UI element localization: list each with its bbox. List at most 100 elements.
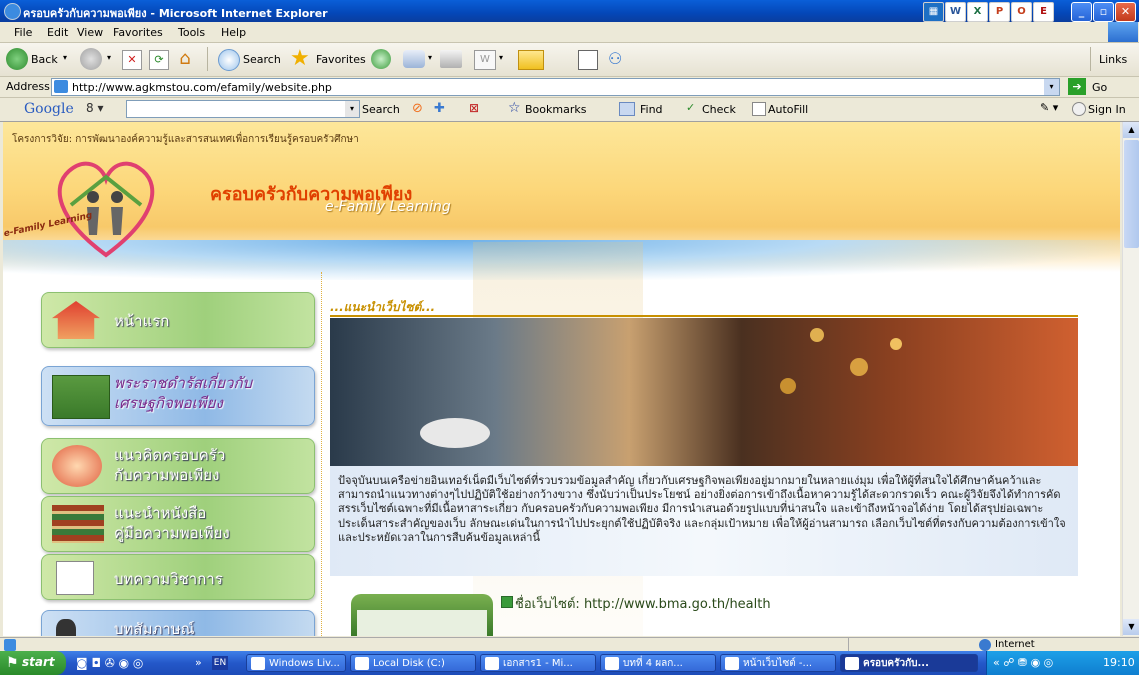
messenger-icon[interactable]: ⚇ <box>608 49 630 69</box>
nav-book-recommend-label: แนะนำหนังสือ คู่มือความพอเพียง <box>114 504 230 542</box>
vertical-scrollbar[interactable]: ▲ ▼ <box>1122 122 1139 636</box>
menu-file[interactable]: File <box>14 26 32 39</box>
home-icon[interactable]: ⌂ <box>174 49 196 69</box>
print-icon[interactable] <box>440 50 462 68</box>
task-label: ครอบครัวกับ... <box>863 658 929 669</box>
menu-view[interactable]: View <box>77 26 103 39</box>
google-menu-icon[interactable]: 8 ▾ <box>86 101 103 115</box>
word-task-icon <box>725 657 739 670</box>
menu-bar: File Edit View Favorites Tools Help <box>0 22 1139 43</box>
back-dropdown-icon[interactable]: ▾ <box>63 53 67 62</box>
research-icon[interactable] <box>578 50 598 70</box>
task-label: Local Disk (C:) <box>373 658 445 669</box>
nav-home[interactable]: หน้าแรก <box>41 292 315 348</box>
find-icon[interactable] <box>619 102 635 116</box>
go-button[interactable]: Go <box>1092 81 1107 94</box>
find-button[interactable]: Find <box>640 103 663 116</box>
plus-icon[interactable]: ✚ <box>434 101 445 116</box>
signin-icon[interactable] <box>1072 102 1086 116</box>
forward-dropdown-icon[interactable]: ▾ <box>107 53 111 62</box>
scroll-thumb[interactable] <box>1124 140 1139 248</box>
close-button[interactable]: ✕ <box>1115 2 1136 22</box>
scroll-up-icon[interactable]: ▲ <box>1123 122 1139 138</box>
scroll-down-icon[interactable]: ▼ <box>1123 619 1139 635</box>
word-task-icon <box>485 657 499 670</box>
minimize-button[interactable]: _ <box>1071 2 1092 22</box>
task-label: บทที่ 4 ผลก... <box>623 658 683 669</box>
quicklaunch-icons[interactable]: ◙ ◘ ✇ ◉ ◎ <box>76 656 143 670</box>
nav-interviews[interactable]: บทสัมภาษณ์ <box>41 610 315 636</box>
links-bar[interactable]: Links <box>1090 47 1137 71</box>
powerpoint-icon[interactable]: P <box>989 2 1010 22</box>
nav-articles[interactable]: บทความวิชาการ <box>41 554 315 600</box>
task-ie-active[interactable]: ครอบครัวกับ... <box>840 654 978 672</box>
edit-dropdown-icon[interactable]: ▾ <box>499 53 503 62</box>
nav-book-recommend[interactable]: แนะนำหนังสือ คู่มือความพอเพียง <box>41 496 315 552</box>
address-dropdown-icon[interactable]: ▾ <box>1044 79 1059 95</box>
refresh-icon[interactable]: ⟳ <box>149 50 169 70</box>
excel-icon[interactable]: X <box>967 2 988 22</box>
signin-button[interactable]: Sign In <box>1088 103 1126 116</box>
menu-help[interactable]: Help <box>221 26 246 39</box>
check-button[interactable]: Check <box>702 103 736 116</box>
google-toolbar: Google 8 ▾ ▾ Search ⊘ ✚ ⊠ ☆ Bookmarks Fi… <box>0 98 1139 122</box>
pagerank-icon[interactable]: ⊘ <box>412 101 423 116</box>
mail-dropdown-icon[interactable]: ▾ <box>428 53 432 62</box>
menu-edit[interactable]: Edit <box>47 26 68 39</box>
nav-articles-label: บทความวิชาการ <box>114 570 223 588</box>
window-title-bar[interactable]: ครอบครัวกับความพอเพียง - Microsoft Inter… <box>0 0 1139 22</box>
google-logo[interactable]: Google <box>24 101 74 117</box>
quicklaunch-more-icon[interactable]: » <box>195 656 202 669</box>
site-logo[interactable] <box>47 147 165 265</box>
tray-icons[interactable]: « ☍ ⛃ ◉ ◎ <box>993 656 1053 669</box>
favorites-button[interactable]: Favorites <box>316 53 366 66</box>
app-tray-icon[interactable]: ▦ <box>923 2 944 22</box>
google-search-input[interactable]: ▾ <box>126 100 360 118</box>
status-page-icon <box>4 639 16 651</box>
website-thumbnail[interactable] <box>351 594 493 636</box>
google-search-button[interactable]: Search <box>362 103 400 116</box>
address-bar: Address http://www.agkmstou.com/efamily/… <box>0 77 1139 98</box>
home-house-icon <box>52 301 100 339</box>
menu-tools[interactable]: Tools <box>178 26 205 39</box>
edit-word-icon[interactable]: W <box>474 50 496 70</box>
address-input[interactable]: http://www.agkmstou.com/efamily/website.… <box>51 78 1060 96</box>
site-subtitle: e-Family Learning <box>325 199 451 215</box>
menu-favorites[interactable]: Favorites <box>113 26 163 39</box>
stop-icon[interactable]: ✕ <box>122 50 142 70</box>
media-icon[interactable] <box>371 49 391 69</box>
wrench-icon[interactable]: ✎ ▾ <box>1040 101 1058 114</box>
task-document1[interactable]: เอกสาร1 - Mi... <box>480 654 596 672</box>
back-button[interactable]: Back <box>31 53 58 66</box>
folder-icon[interactable] <box>518 50 544 70</box>
go-arrow-icon[interactable]: ➔ <box>1068 78 1086 95</box>
task-chapter4[interactable]: บทที่ 4 ผลก... <box>600 654 716 672</box>
forward-arrow-icon[interactable] <box>80 48 102 70</box>
search-button[interactable]: Search <box>243 53 281 66</box>
google-search-dropdown-icon[interactable]: ▾ <box>345 101 359 117</box>
outlook-icon[interactable]: E <box>1033 2 1054 22</box>
task-windows-live[interactable]: Windows Liv... <box>246 654 346 672</box>
autofill-button[interactable]: AutoFill <box>768 103 808 116</box>
autofill-icon[interactable] <box>752 102 766 116</box>
office-icon[interactable]: O <box>1011 2 1032 22</box>
nav-royal-speech[interactable]: พระราชดำรัสเกี่ยวกับ เศรษฐกิจพอเพียง <box>41 366 315 426</box>
favorites-star-icon[interactable]: ★ <box>290 46 310 71</box>
status-bar: Internet <box>0 637 1139 652</box>
word-icon[interactable]: W <box>945 2 966 22</box>
nav-family-concept[interactable]: แนวคิดครอบครัว กับความพอเพียง <box>41 438 315 494</box>
popup-blocker-icon[interactable]: ⊠ <box>469 101 479 115</box>
mail-icon[interactable] <box>403 50 425 68</box>
heading-underline <box>330 315 1078 317</box>
maximize-button[interactable]: ▫ <box>1093 2 1114 22</box>
bookmarks-button[interactable]: Bookmarks <box>525 103 586 116</box>
bookmark-star-icon[interactable]: ☆ <box>508 100 521 116</box>
start-button[interactable]: ⚑ start <box>0 651 66 675</box>
back-arrow-icon[interactable] <box>6 48 28 70</box>
language-indicator[interactable]: EN <box>212 656 228 670</box>
task-local-disk[interactable]: Local Disk (C:) <box>350 654 476 672</box>
website-link[interactable]: ชื่อเว็บไซต์: http://www.bma.go.th/healt… <box>515 593 771 614</box>
search-icon[interactable] <box>218 49 240 71</box>
spellcheck-icon[interactable]: ✓ <box>686 101 695 114</box>
task-website-doc[interactable]: หน้าเว็บไซต์ -... <box>720 654 836 672</box>
